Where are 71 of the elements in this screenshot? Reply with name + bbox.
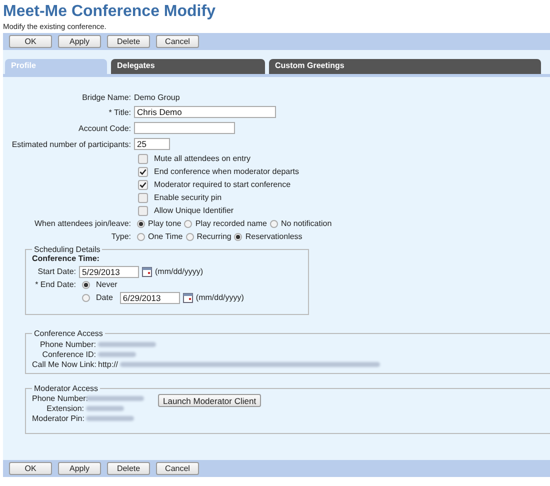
field-label: Call Me Now Link: [32, 360, 96, 368]
end-date-field[interactable]: 6/29/2013 [120, 292, 180, 304]
redacted-value [98, 342, 156, 346]
toolbar-button[interactable]: Delete [107, 35, 150, 48]
date-format-hint: (mm/dd/yyyy) [196, 293, 244, 302]
checkbox-label: Moderator required to start conference [154, 180, 291, 189]
checkbox[interactable] [138, 180, 148, 190]
checkbox[interactable] [138, 154, 148, 164]
group-legend: Moderator Access [32, 384, 100, 393]
radio-label: Reservationless [245, 232, 302, 241]
participants-field[interactable]: 25 [134, 138, 170, 150]
title-field[interactable]: Chris Demo [134, 106, 276, 118]
date-format-hint: (mm/dd/yyyy) [155, 267, 203, 276]
radio-button[interactable] [234, 232, 242, 240]
checkbox[interactable] [138, 192, 148, 202]
radio-label: Play tone [148, 219, 182, 228]
radio-button[interactable] [270, 220, 278, 228]
radio-button[interactable] [186, 232, 194, 240]
field-label: Extension: [46, 404, 84, 412]
link-text[interactable]: http:// [98, 360, 118, 368]
start-date-field[interactable]: 5/29/2013 [79, 266, 139, 278]
radio-button[interactable] [82, 280, 90, 288]
field-label: Conference ID: [41, 350, 96, 358]
checkbox[interactable] [138, 206, 148, 216]
field-label: Start Date: [36, 267, 76, 276]
section-heading: Conference Time: [32, 254, 100, 263]
radio-button[interactable] [82, 294, 90, 302]
field-label: Account Code: [78, 124, 132, 132]
toolbar-button[interactable]: Cancel [156, 35, 199, 48]
toolbar-button[interactable]: Apply [58, 35, 101, 48]
toolbar-button[interactable]: OK [9, 35, 52, 48]
radio-label: Play recorded name [195, 219, 267, 228]
radio-label: Never [96, 280, 118, 289]
toolbar-button[interactable]: Apply [58, 462, 101, 475]
radio-label: One Time [148, 232, 183, 241]
redacted-value [86, 406, 124, 410]
radio-button[interactable] [137, 220, 145, 228]
radio-button[interactable] [137, 232, 145, 240]
checkbox[interactable] [138, 166, 148, 176]
checkbox-label: Enable security pin [154, 193, 222, 202]
field-label: Moderator Pin: [32, 414, 84, 422]
field-label: Estimated number of participants: [10, 140, 132, 148]
field-label: * Title: [108, 108, 132, 116]
tab[interactable]: Custom Greetings [269, 59, 541, 74]
field-label: Type: [110, 232, 132, 241]
checkbox-label: Mute all attendees on entry [154, 154, 251, 163]
account-code-field[interactable] [134, 122, 235, 134]
toolbar-button[interactable]: OK [9, 462, 52, 475]
radio-label: No notification [280, 219, 332, 228]
field-label: Phone Number: [38, 340, 96, 348]
page-title: Meet-Me Conference Modify [2, 2, 216, 21]
calendar-icon[interactable] [142, 266, 152, 276]
radio-label: Date [96, 293, 113, 302]
tab[interactable]: Delegates [111, 59, 265, 74]
toolbar-button[interactable]: Delete [107, 462, 150, 475]
toolbar-button[interactable]: Cancel [156, 462, 199, 475]
redacted-value [86, 416, 134, 420]
group-legend: Scheduling Details [32, 245, 102, 254]
group-legend: Conference Access [32, 329, 105, 338]
field-label: When attendees join/leave: [33, 219, 132, 228]
redacted-value [98, 352, 136, 356]
redacted-value [86, 396, 144, 400]
radio-label: Recurring [196, 232, 232, 241]
checkbox-label: End conference when moderator departs [154, 167, 299, 176]
checkbox-label: Allow Unique Identifier [154, 206, 234, 215]
field-value: Demo Group [134, 93, 180, 102]
launch-button[interactable]: Launch Moderator Client [158, 394, 262, 407]
field-label: * End Date: [34, 280, 76, 289]
field-label: Bridge Name: [81, 93, 132, 102]
calendar-icon[interactable] [182, 292, 193, 302]
radio-button[interactable] [184, 220, 192, 228]
